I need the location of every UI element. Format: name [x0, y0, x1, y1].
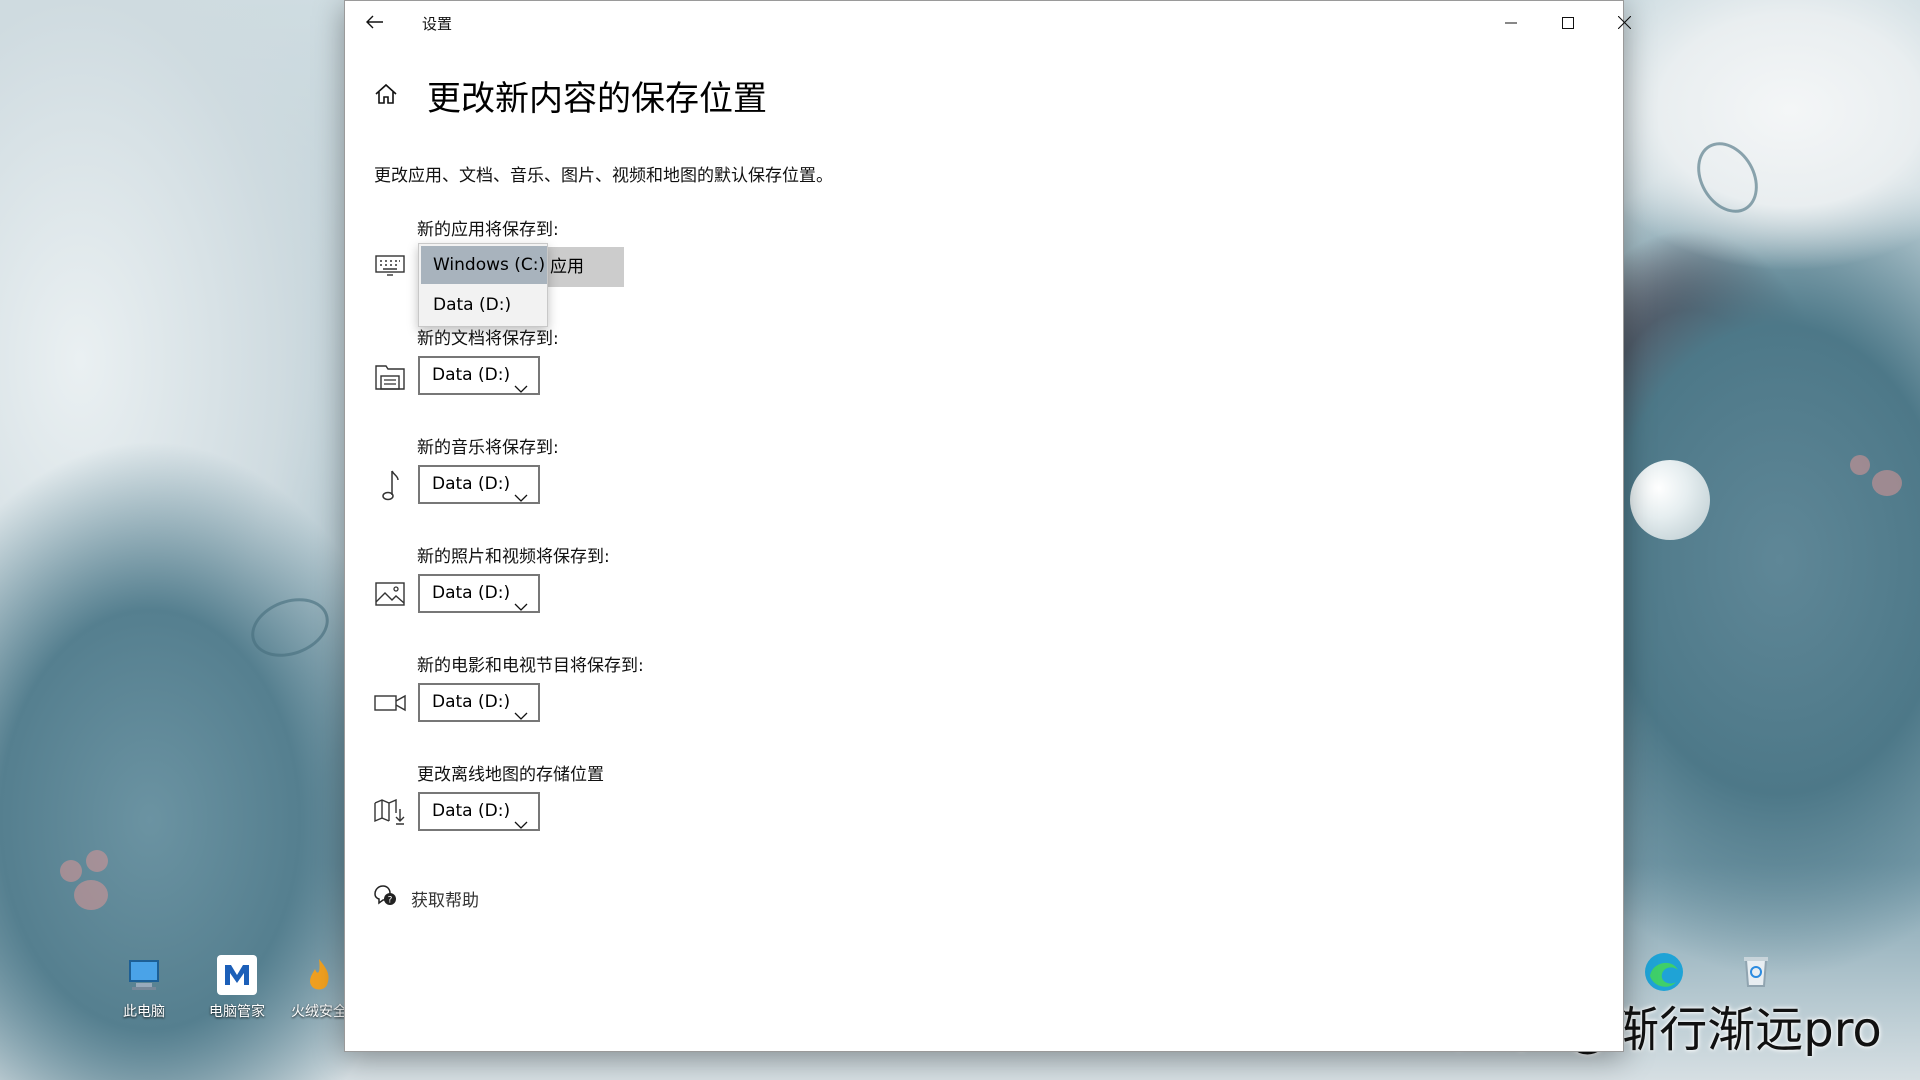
minimize-icon — [1504, 14, 1517, 33]
dropdown-option-windows-c[interactable]: Windows (C:) — [421, 246, 547, 284]
wallpaper-paw — [86, 850, 108, 872]
wallpaper-paw — [1850, 455, 1870, 475]
window-title: 设置 — [422, 15, 453, 33]
pc-manager-icon — [217, 955, 257, 995]
page-title: 更改新内容的保存位置 — [427, 79, 767, 119]
get-help-label: 获取帮助 — [411, 890, 479, 911]
chevron-down-icon — [514, 698, 528, 733]
settings-window: 设置 更改新内容的保存位置 更改应用、文档、音乐、图片、视频和地图的默认保存位置… — [344, 0, 1632, 1052]
home-icon — [373, 81, 399, 111]
back-button[interactable] — [345, 1, 405, 45]
wallpaper-paw — [1872, 470, 1902, 496]
apps-save-label: 新的应用将保存到: — [417, 220, 559, 240]
chevron-down-icon — [514, 480, 528, 515]
maps-storage-label: 更改离线地图的存储位置 — [417, 765, 604, 785]
documents-icon — [373, 359, 407, 393]
music-save-label: 新的音乐将保存到: — [417, 438, 559, 458]
svg-text:?: ? — [388, 896, 393, 906]
minimize-button[interactable] — [1482, 1, 1539, 45]
close-button[interactable] — [1596, 1, 1653, 45]
movies-save-label: 新的电影和电视节目将保存到: — [417, 656, 644, 676]
dropdown-value: Data (D:) — [432, 474, 511, 494]
close-icon — [1617, 14, 1632, 33]
music-note-icon — [373, 468, 407, 502]
wallpaper-fish-right — [1684, 131, 1771, 224]
wallpaper-paw — [60, 860, 82, 882]
apply-button-label: 应用 — [550, 257, 584, 277]
page-description: 更改应用、文档、音乐、图片、视频和地图的默认保存位置。 — [374, 166, 833, 186]
computer-icon — [124, 955, 164, 995]
documents-save-label: 新的文档将保存到: — [417, 329, 559, 349]
video-camera-icon — [373, 686, 407, 720]
desktop-icon-pc-manager[interactable]: 电脑管家 — [197, 955, 277, 1021]
dropdown-value: Data (D:) — [432, 801, 511, 821]
desktop-icon-label: 电脑管家 — [209, 1004, 265, 1020]
maximize-icon — [1561, 14, 1574, 33]
title-bar: 设置 — [345, 1, 1632, 45]
documents-drive-dropdown[interactable]: Data (D:) — [418, 356, 540, 395]
music-drive-dropdown[interactable]: Data (D:) — [418, 465, 540, 504]
help-chat-icon: ? — [373, 885, 397, 911]
huorong-security-icon — [299, 955, 339, 995]
get-help-link[interactable]: ? 获取帮助 — [373, 885, 479, 911]
wallpaper-bubble — [1630, 460, 1710, 540]
keyboard-icon — [373, 249, 407, 283]
desktop-icon-this-pc[interactable]: 此电脑 — [104, 955, 184, 1021]
chevron-down-icon — [514, 807, 528, 842]
photos-drive-dropdown[interactable]: Data (D:) — [418, 574, 540, 613]
maps-drive-dropdown[interactable]: Data (D:) — [418, 792, 540, 831]
desktop-icon-label: 火绒安全 — [291, 1004, 347, 1020]
map-download-icon — [373, 795, 407, 829]
drive-dropdown-popup: Windows (C:) Data (D:) — [418, 243, 548, 327]
movies-drive-dropdown[interactable]: Data (D:) — [418, 683, 540, 722]
chevron-down-icon — [514, 589, 528, 624]
edge-icon — [1642, 950, 1683, 991]
chevron-down-icon — [514, 371, 528, 406]
dropdown-value: Data (D:) — [432, 583, 511, 603]
desktop-icon-huorong[interactable]: 火绒安全 — [288, 955, 350, 1021]
maximize-button[interactable] — [1539, 1, 1596, 45]
home-button[interactable] — [373, 71, 399, 121]
desktop-icon-label: 此电脑 — [123, 1004, 165, 1020]
recycle-bin-icon — [1736, 950, 1776, 990]
photos-save-label: 新的照片和视频将保存到: — [417, 547, 610, 567]
wallpaper-paw — [74, 880, 108, 910]
wallpaper-fish-left — [243, 587, 337, 668]
picture-icon — [373, 577, 407, 611]
dropdown-option-data-d[interactable]: Data (D:) — [421, 286, 547, 324]
back-arrow-icon — [366, 14, 384, 33]
dropdown-value: Data (D:) — [432, 365, 511, 385]
dropdown-value: Data (D:) — [432, 692, 511, 712]
